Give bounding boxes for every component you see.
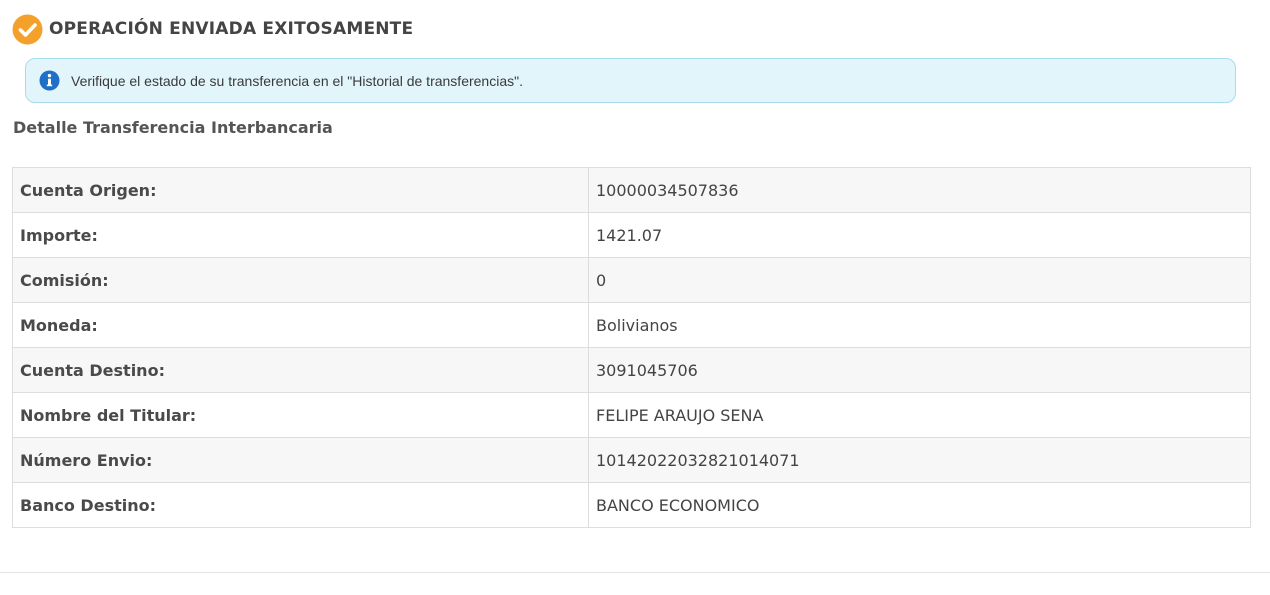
transfer-confirmation-page: OPERACIÓN ENVIADA EXITOSAMENTE Verifique…: [0, 0, 1270, 595]
detail-label-moneda: Moneda:: [12, 302, 589, 348]
detail-label-comision: Comisión:: [12, 257, 589, 303]
table-row: Nombre del Titular: FELIPE ARAUJO SENA: [12, 392, 1251, 438]
bottom-divider: [0, 572, 1270, 573]
success-title: OPERACIÓN ENVIADA EXITOSAMENTE: [49, 19, 414, 39]
detail-label-banco-destino: Banco Destino:: [12, 482, 589, 528]
detail-value-cuenta-destino: 3091045706: [588, 347, 1251, 393]
detail-value-numero-envio: 10142022032821014071: [588, 437, 1251, 483]
detail-value-banco-destino: BANCO ECONOMICO: [588, 482, 1251, 528]
info-alert: Verifique el estado de su transferencia …: [25, 58, 1236, 103]
detail-value-moneda: Bolivianos: [588, 302, 1251, 348]
info-icon: [39, 70, 60, 91]
detail-label-cuenta-destino: Cuenta Destino:: [12, 347, 589, 393]
detail-label-numero-envio: Número Envio:: [12, 437, 589, 483]
success-header: OPERACIÓN ENVIADA EXITOSAMENTE: [12, 13, 413, 45]
detail-value-importe: 1421.07: [588, 212, 1251, 258]
table-row: Moneda: Bolivianos: [12, 302, 1251, 348]
info-alert-text: Verifique el estado de su transferencia …: [71, 72, 523, 89]
section-title: Detalle Transferencia Interbancaria: [13, 118, 333, 137]
detail-label-cuenta-origen: Cuenta Origen:: [12, 167, 589, 213]
detail-value-cuenta-origen: 10000034507836: [588, 167, 1251, 213]
table-row: Cuenta Origen: 10000034507836: [12, 167, 1251, 213]
detail-value-comision: 0: [588, 257, 1251, 303]
table-row: Cuenta Destino: 3091045706: [12, 347, 1251, 393]
transfer-detail-table: Cuenta Origen: 10000034507836 Importe: 1…: [12, 167, 1251, 528]
table-row: Número Envio: 10142022032821014071: [12, 437, 1251, 483]
detail-label-nombre-titular: Nombre del Titular:: [12, 392, 589, 438]
detail-label-importe: Importe:: [12, 212, 589, 258]
check-circle-icon: [12, 14, 43, 45]
table-row: Importe: 1421.07: [12, 212, 1251, 258]
table-row: Banco Destino: BANCO ECONOMICO: [12, 482, 1251, 528]
table-row: Comisión: 0: [12, 257, 1251, 303]
detail-value-nombre-titular: FELIPE ARAUJO SENA: [588, 392, 1251, 438]
